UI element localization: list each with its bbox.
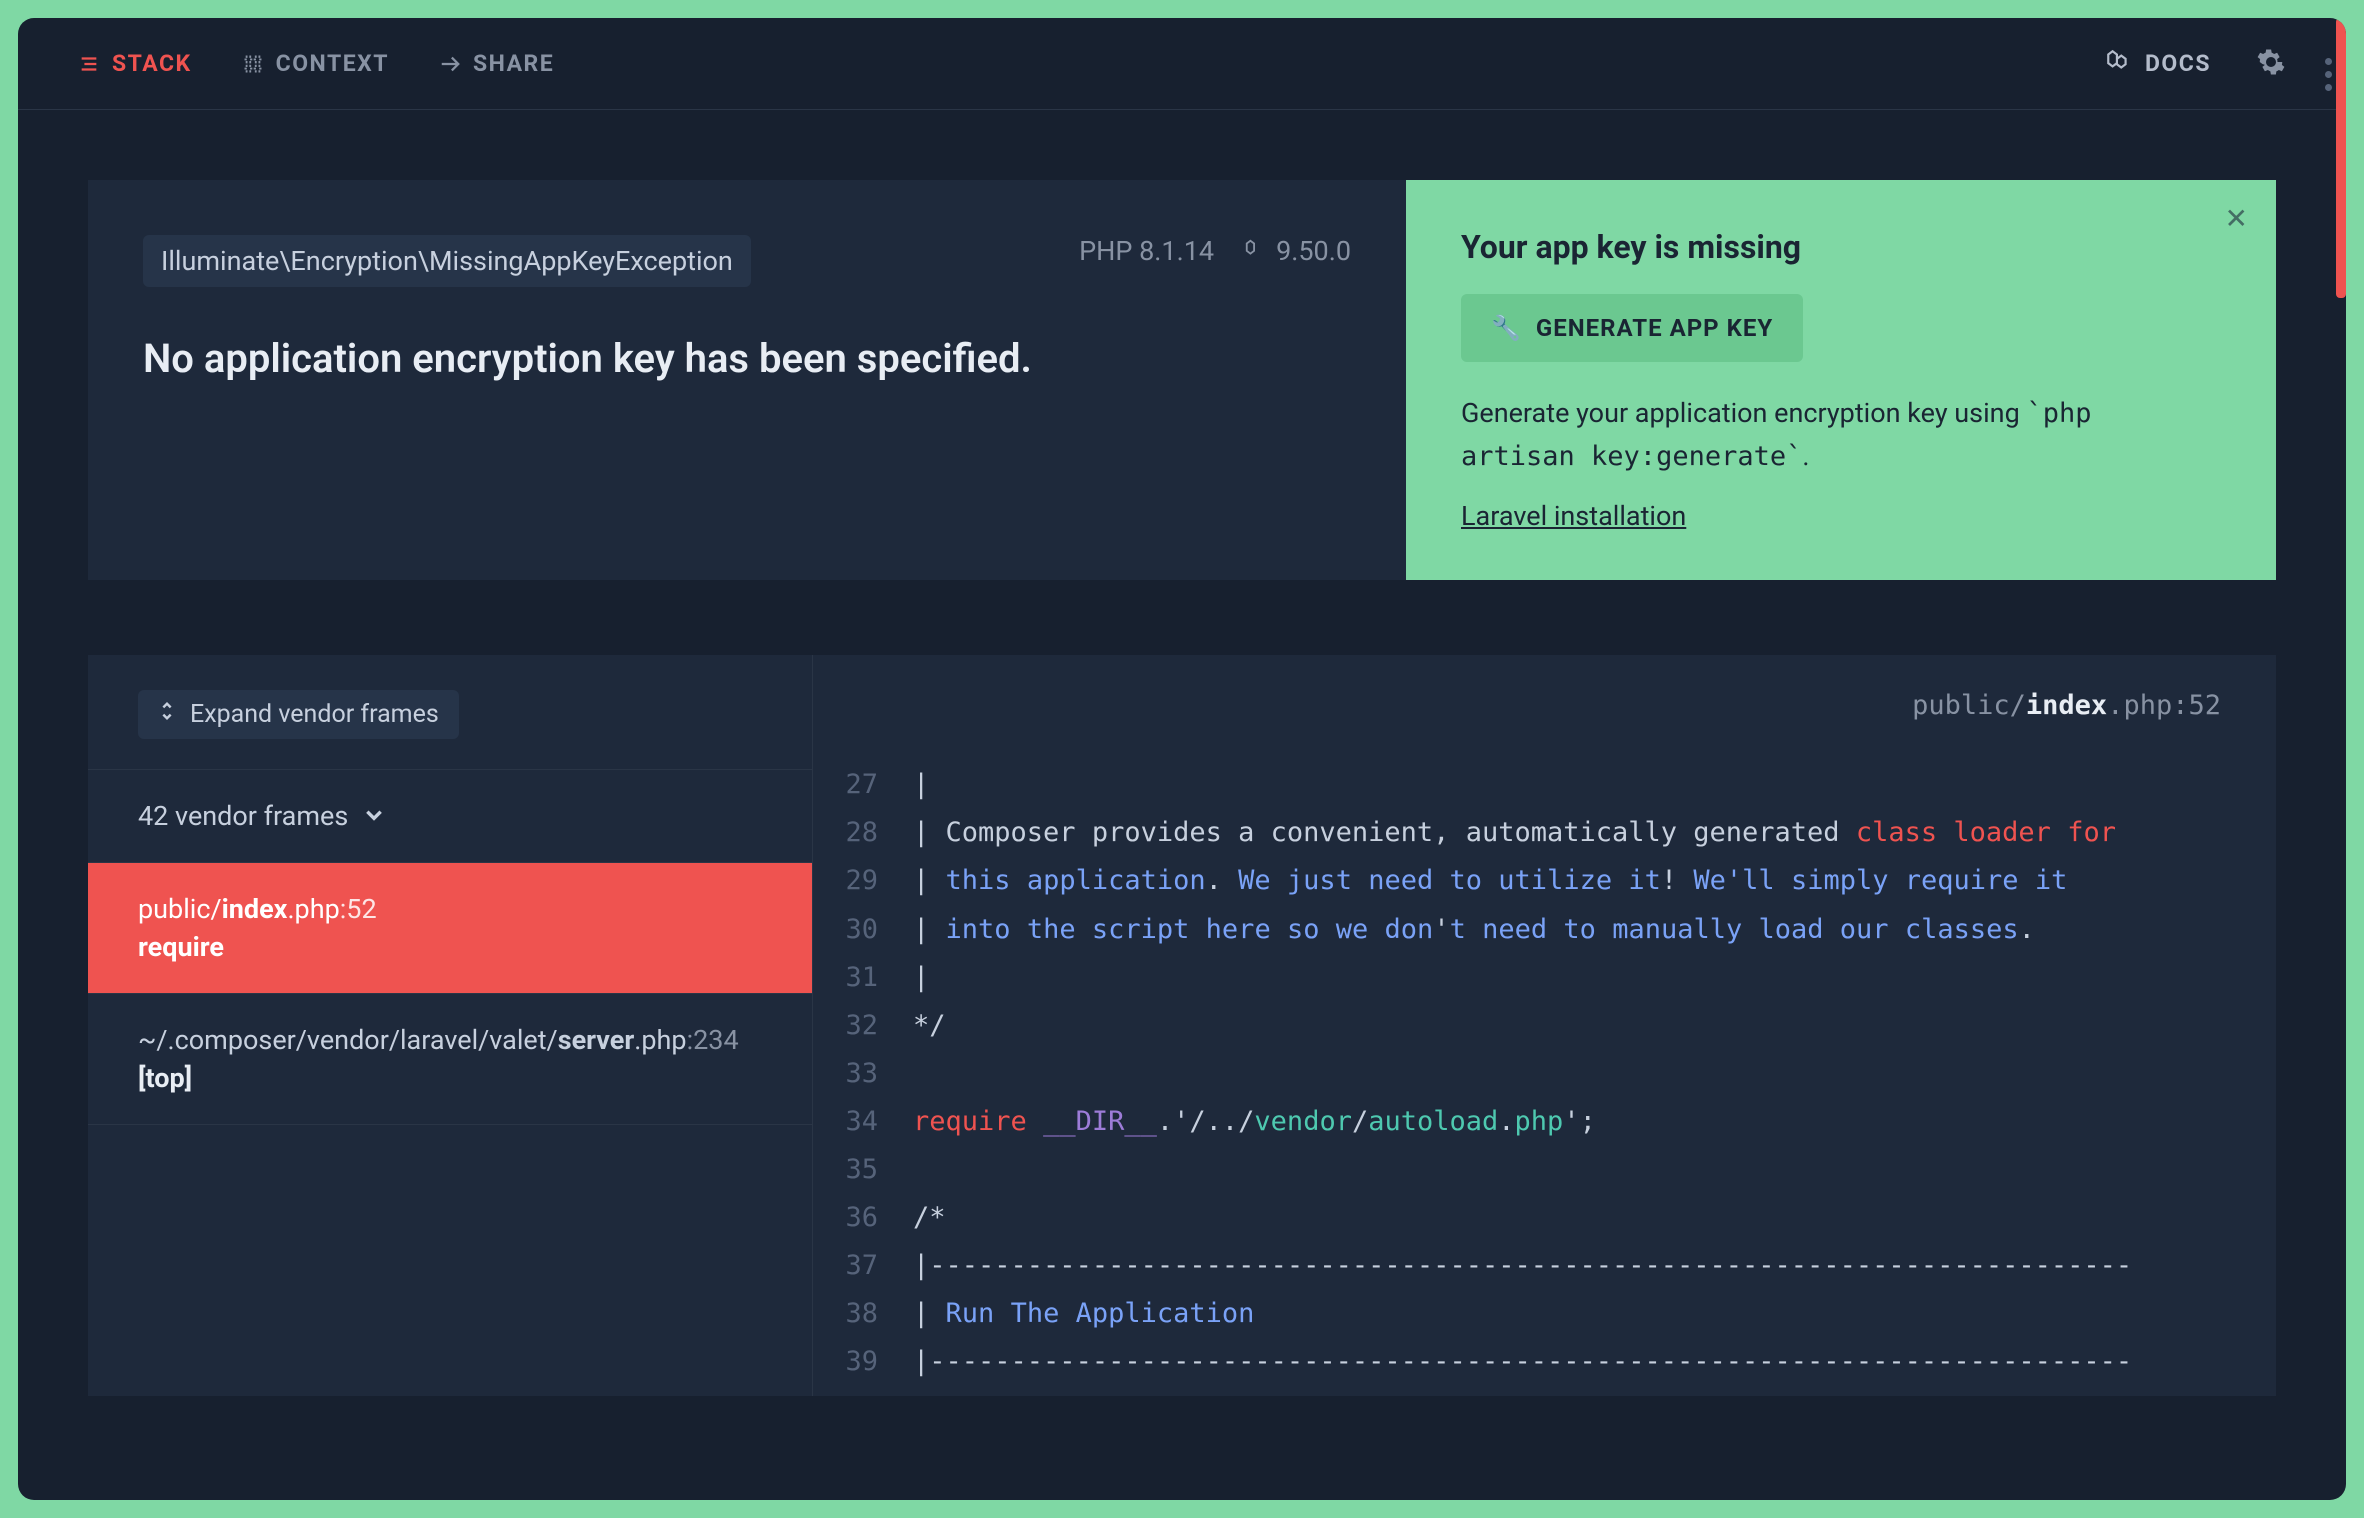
code-line: 35 [813,1146,2276,1194]
code-line: 31| [813,954,2276,1002]
code-line: 28| Composer provides a convenient, auto… [813,809,2276,857]
tab-share[interactable]: SHARE [439,50,554,77]
content: PHP 8.1.14 9.50.0 Illuminate\Encryption\… [18,110,2346,1396]
frame-1-fn: require [138,931,762,963]
code-line: 39|-------------------------------------… [813,1338,2276,1386]
code-line: 29| this application. We just need to ut… [813,857,2276,905]
stack-icon [78,53,100,75]
code-line: 27| [813,761,2276,809]
laravel-version: 9.50.0 [1244,235,1351,267]
topbar-right: DOCS [2105,47,2286,81]
window-menu-dots[interactable] [2325,58,2332,91]
scrollbar[interactable] [2336,18,2346,298]
frame-1[interactable]: public/index.php:52 require [88,862,812,993]
docs-label: DOCS [2145,50,2211,77]
tab-stack-label: STACK [112,50,192,77]
chevron-down-icon [364,800,384,832]
solution-desc-after: . [1802,440,1809,472]
topbar: STACK CONTEXT SHARE DOCS [18,18,2346,110]
frames-list: Expand vendor frames 42 vendor frames pu… [88,655,813,1396]
php-version: PHP 8.1.14 [1079,235,1214,267]
code-lines: 27| 28| Composer provides a convenient, … [813,751,2276,1396]
laravel-icon [2105,48,2131,80]
code-header: public/index.php:52 [813,655,2276,751]
wrench-icon: 🔧 [1491,314,1522,342]
error-card: PHP 8.1.14 9.50.0 Illuminate\Encryption\… [88,180,1406,580]
code-line: 37|-------------------------------------… [813,1242,2276,1290]
code-view: public/index.php:52 27| 28| Composer pro… [813,655,2276,1396]
code-line: 38| Run The Application [813,1290,2276,1338]
expand-vendor-button[interactable]: Expand vendor frames [138,690,459,739]
generate-key-label: GENERATE APP KEY [1536,314,1773,342]
frame-2-path: ~/.composer/vendor/laravel/valet/server.… [138,1024,762,1056]
error-message: No application encryption key has been s… [143,335,1351,382]
laravel-version-text: 9.50.0 [1276,235,1351,267]
docs-link[interactable]: DOCS [2105,48,2211,80]
share-icon [439,53,461,75]
tab-stack[interactable]: STACK [78,50,192,77]
tab-context-label: CONTEXT [276,50,389,77]
error-row: PHP 8.1.14 9.50.0 Illuminate\Encryption\… [88,180,2276,580]
tab-share-label: SHARE [473,50,554,77]
laravel-small-icon [1244,235,1266,267]
solution-title: Your app key is missing [1461,228,2221,266]
expand-icon [158,700,176,729]
context-icon [242,53,264,75]
vendor-frames-toggle[interactable]: 42 vendor frames [88,769,812,862]
frame-2-fn: [top] [138,1062,762,1094]
expand-row: Expand vendor frames [88,655,812,769]
tab-list: STACK CONTEXT SHARE [78,50,554,77]
error-window: STACK CONTEXT SHARE DOCS [18,18,2346,1500]
generate-key-button[interactable]: 🔧 GENERATE APP KEY [1461,294,1803,362]
frame-1-path: public/index.php:52 [138,893,762,925]
laravel-install-link[interactable]: Laravel installation [1461,500,1686,532]
solution-description: Generate your application encryption key… [1461,392,2221,478]
code-line: 30| into the script here so we don't nee… [813,906,2276,954]
tab-context[interactable]: CONTEXT [242,50,389,77]
code-line: 32*/ [813,1002,2276,1050]
expand-label: Expand vendor frames [190,700,439,729]
solution-desc-before: Generate your application encryption key… [1461,397,2026,429]
code-line: 33 [813,1050,2276,1098]
vendor-frames-count: 42 vendor frames [138,800,348,832]
code-line: 36/* [813,1194,2276,1242]
solution-panel: ✕ Your app key is missing 🔧 GENERATE APP… [1406,180,2276,580]
code-line: 34require __DIR__.'/../vendor/autoload.p… [813,1098,2276,1146]
exception-badge: Illuminate\Encryption\MissingAppKeyExcep… [143,235,751,287]
frame-2[interactable]: ~/.composer/vendor/laravel/valet/server.… [88,993,812,1125]
stack-area: Expand vendor frames 42 vendor frames pu… [88,655,2276,1396]
close-icon[interactable]: ✕ [2225,202,2248,235]
gear-icon[interactable] [2256,47,2286,81]
meta: PHP 8.1.14 9.50.0 [1079,235,1351,267]
